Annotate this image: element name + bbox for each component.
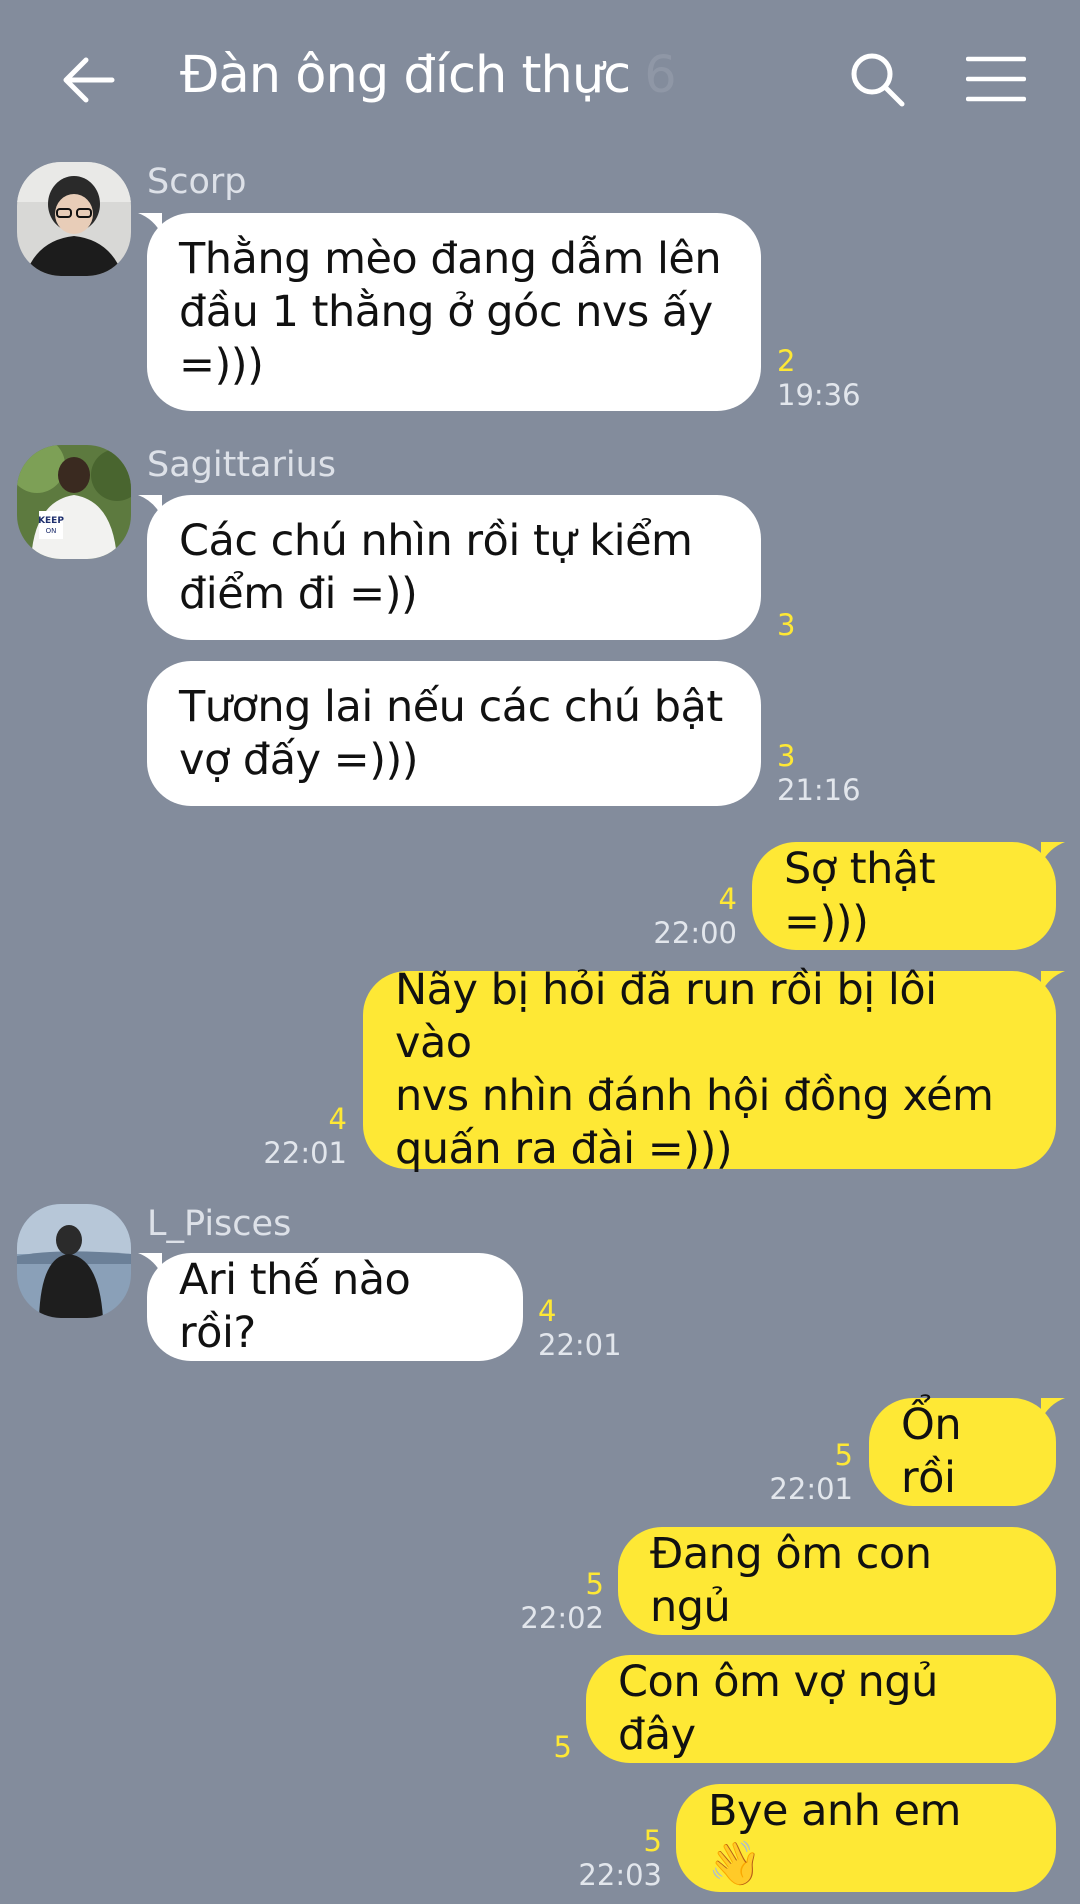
message-meta: 4 22:01 [538,1294,622,1362]
timestamp: 22:00 [653,916,737,950]
message-line: điểm đi =)) [179,568,418,619]
message-text: Sợ thật =))) [784,843,1024,949]
bubble-tail [138,213,162,235]
message-text: Các chú nhìn rồi tự kiểm điểm đi =)) [179,515,693,621]
message-bubble[interactable]: Bye anh em 👋 [676,1784,1056,1892]
message-line: =))) [179,339,264,390]
unread-count: 5 [553,1730,572,1764]
svg-text:KEEP: KEEP [38,516,64,526]
message-line: Tương lai nếu các chú bật [179,681,723,732]
unread-count: 3 [777,739,796,773]
message-meta: 5 22:01 [769,1438,853,1506]
unread-count: 5 [585,1567,604,1601]
message-line: đầu 1 thằng ở góc nvs ấy [179,286,713,337]
message-line: Đang ôm con ngủ [650,1529,932,1632]
bubble-tail [1041,842,1065,864]
bubble-tail [1041,1398,1065,1420]
message-line: vợ đấy =))) [179,734,419,785]
message-line: Sợ thật =))) [784,844,936,947]
message-meta: 3 [777,608,795,642]
message-text: Ari thế nào rồi? [179,1254,491,1360]
message-list[interactable]: Scorp Thằng mèo đang dẫm lên đầu 1 thằng… [0,0,1080,1904]
message-meta: 4 22:01 [263,1102,347,1170]
message-text: Thằng mèo đang dẫm lên đầu 1 thằng ở góc… [179,233,722,392]
unread-count: 4 [328,1102,347,1136]
avatar-scorp-image [17,162,131,276]
sender-name: Sagittarius [147,445,337,485]
message-text: Đang ôm con ngủ [650,1528,1024,1634]
avatar-sagittarius[interactable]: KEEP ON [17,445,131,559]
timestamp: 22:03 [578,1858,662,1892]
unread-count: 4 [538,1294,557,1328]
message-bubble[interactable]: Ari thế nào rồi? [138,1253,523,1361]
bubble-tail [1041,971,1065,993]
timestamp: 22:01 [538,1328,622,1362]
svg-text:ON: ON [46,527,57,535]
sender-name: L_Pisces [147,1204,292,1244]
timestamp: 22:02 [520,1601,604,1635]
message-line: Bye anh em 👋 [708,1786,961,1889]
message-bubble[interactable]: Con ôm vợ ngủ đây [586,1655,1056,1763]
message-line: Ổn rồi [901,1400,962,1503]
avatar-l-pisces-image [17,1204,131,1318]
message-bubble[interactable]: Ổn rồi [869,1398,1065,1506]
message-text: Nãy bị hỏi đã run rồi bị lôi vào nvs nhì… [395,964,1024,1176]
avatar-l-pisces[interactable] [17,1204,131,1318]
message-bubble[interactable]: Các chú nhìn rồi tự kiểm điểm đi =)) [138,495,761,640]
bubble-tail [138,1253,162,1275]
message-line: quấn ra đài =))) [395,1124,733,1174]
timestamp: 22:01 [769,1472,853,1506]
message-line: Ari thế nào rồi? [179,1255,411,1358]
unread-count: 4 [718,882,737,916]
message-line: Các chú nhìn rồi tự kiểm [179,515,693,566]
message-meta: 5 22:02 [520,1567,604,1635]
message-meta: 5 [554,1730,572,1764]
avatar-sagittarius-image: KEEP ON [17,445,131,559]
message-line: nvs nhìn đánh hội đồng xém [395,1071,994,1121]
message-bubble[interactable]: Đang ôm con ngủ [618,1527,1056,1635]
message-meta: 2 19:36 [777,344,861,412]
message-bubble[interactable]: Thằng mèo đang dẫm lên đầu 1 thằng ở góc… [138,213,761,411]
message-bubble[interactable]: Nãy bị hỏi đã run rồi bị lôi vào nvs nhì… [363,965,1065,1174]
unread-count: 5 [834,1438,853,1472]
message-line: Thằng mèo đang dẫm lên [179,233,722,284]
bubble-tail [138,495,162,517]
message-meta: 3 21:16 [777,739,861,807]
message-line: Con ôm vợ ngủ đây [618,1657,938,1760]
unread-count: 2 [777,344,796,378]
message-line: Nãy bị hỏi đã run rồi bị lôi vào [395,965,937,1068]
message-text: Tương lai nếu các chú bật vợ đấy =))) [179,681,723,787]
message-text: Ổn rồi [901,1399,1024,1505]
timestamp: 22:01 [263,1136,347,1170]
message-meta: 5 22:03 [578,1824,662,1892]
timestamp: 21:16 [777,773,861,807]
timestamp: 19:36 [777,378,861,412]
unread-count: 5 [643,1824,662,1858]
message-text: Bye anh em 👋 [708,1785,1024,1891]
message-text: Con ôm vợ ngủ đây [618,1656,1024,1762]
avatar-scorp[interactable] [17,162,131,276]
message-bubble[interactable]: Sợ thật =))) [752,842,1065,950]
message-bubble[interactable]: Tương lai nếu các chú bật vợ đấy =))) [147,661,761,806]
message-meta: 4 22:00 [653,882,737,950]
unread-count: 3 [777,608,796,642]
sender-name: Scorp [147,162,247,202]
